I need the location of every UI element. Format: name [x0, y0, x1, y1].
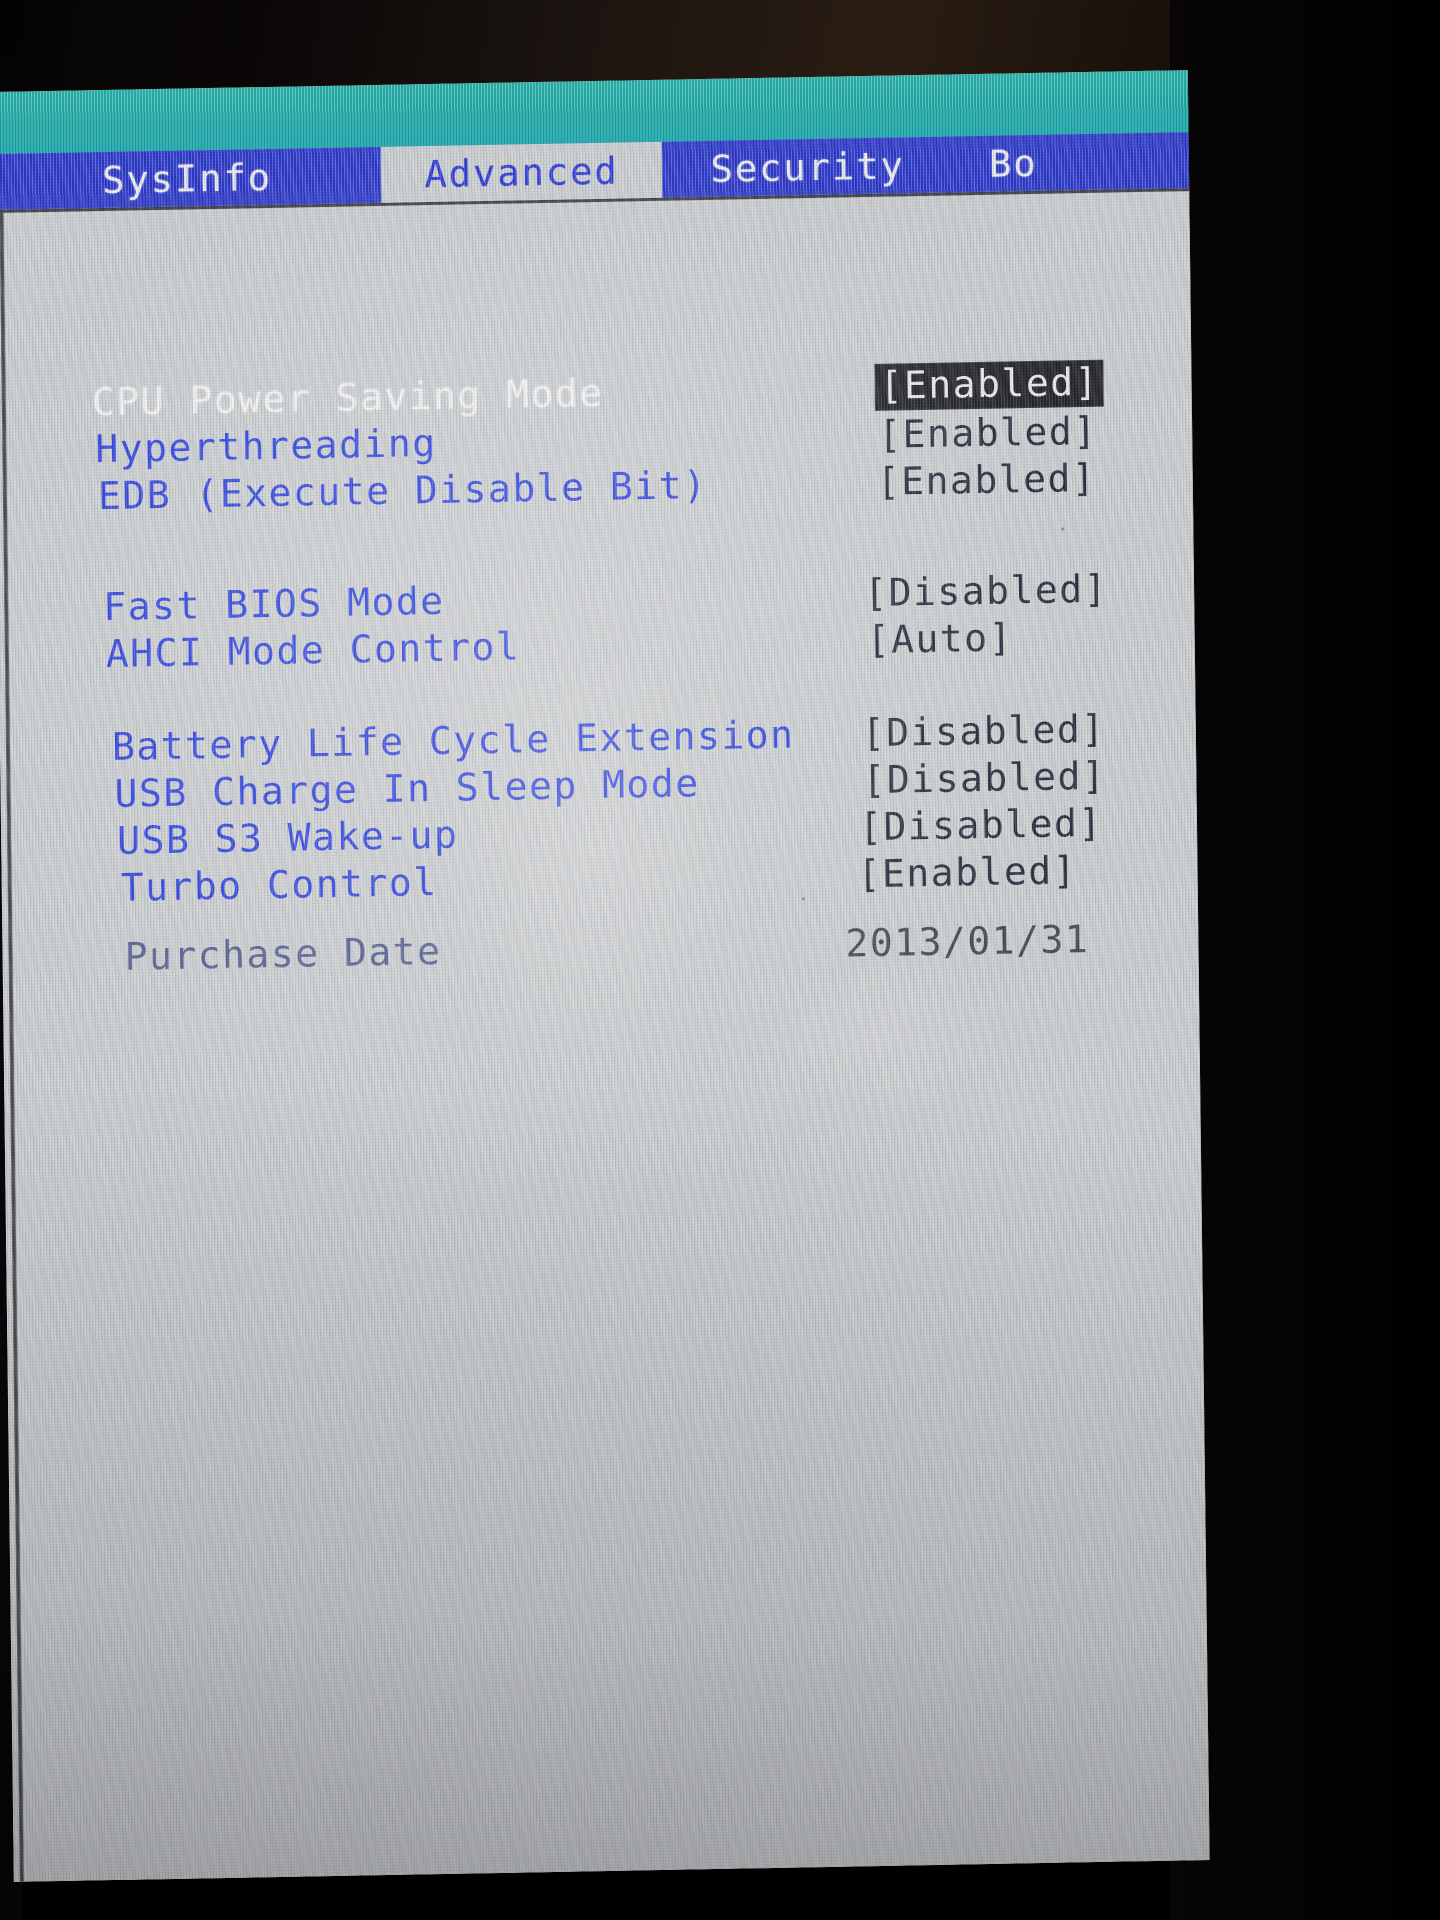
setting-label: Hyperthreading [95, 420, 437, 471]
settings-list: CPU Power Saving Mode [Enabled] Hyperthr… [0, 188, 1210, 1882]
setting-label: Battery Life Cycle Extension [111, 711, 795, 769]
setting-label: USB Charge In Sleep Mode [114, 760, 700, 816]
setting-value[interactable]: [Disabled] [862, 706, 1106, 754]
setting-value[interactable]: [Enabled] [878, 408, 1098, 456]
settings-group-cpu: CPU Power Saving Mode [Enabled] Hyperthr… [0, 358, 1193, 521]
setting-label: CPU Power Saving Mode [91, 370, 604, 424]
bios-setup-screen: SysInfo Advanced Security Bo CPU Power S… [0, 70, 1210, 1882]
setting-value[interactable]: [Disabled] [859, 800, 1103, 848]
setting-row-purchase-date: Purchase Date 2013/01/31 [2, 913, 1198, 982]
tab-security[interactable]: Security [662, 136, 954, 197]
setting-value[interactable]: [Disabled] [864, 566, 1108, 614]
setting-value: 2013/01/31 [845, 916, 1090, 966]
tab-advanced[interactable]: Advanced [380, 141, 663, 203]
setting-label: Turbo Control [120, 859, 438, 910]
settings-group-info: Purchase Date 2013/01/31 [2, 913, 1198, 982]
setting-value[interactable]: [Auto] [866, 615, 1013, 662]
setting-value[interactable]: [Enabled] [857, 848, 1077, 896]
setting-label: EDB (Execute Disable Bit) [97, 462, 708, 518]
settings-group-storage: Fast BIOS Mode [Disabled] AHCI Mode Cont… [0, 563, 1195, 679]
settings-group-power-usb: Battery Life Cycle Extension [Disabled] … [0, 703, 1198, 913]
tab-boot[interactable]: Bo [953, 132, 1189, 192]
setting-label: Fast BIOS Mode [103, 578, 445, 629]
setting-value[interactable]: [Enabled] [875, 360, 1104, 410]
dust-speck [1061, 527, 1065, 531]
setting-value[interactable]: [Enabled] [877, 455, 1097, 503]
setting-label: Purchase Date [124, 928, 442, 979]
screen-area: SysInfo Advanced Security Bo CPU Power S… [0, 70, 1214, 1892]
tab-sysinfo[interactable]: SysInfo [0, 147, 381, 210]
dust-speck [801, 897, 805, 901]
setting-value[interactable]: [Disabled] [862, 753, 1106, 801]
setting-label: USB S3 Wake-up [116, 812, 459, 863]
setting-label: AHCI Mode Control [105, 623, 521, 676]
photo-of-laptop-screen: SysInfo Advanced Security Bo CPU Power S… [0, 0, 1440, 1920]
